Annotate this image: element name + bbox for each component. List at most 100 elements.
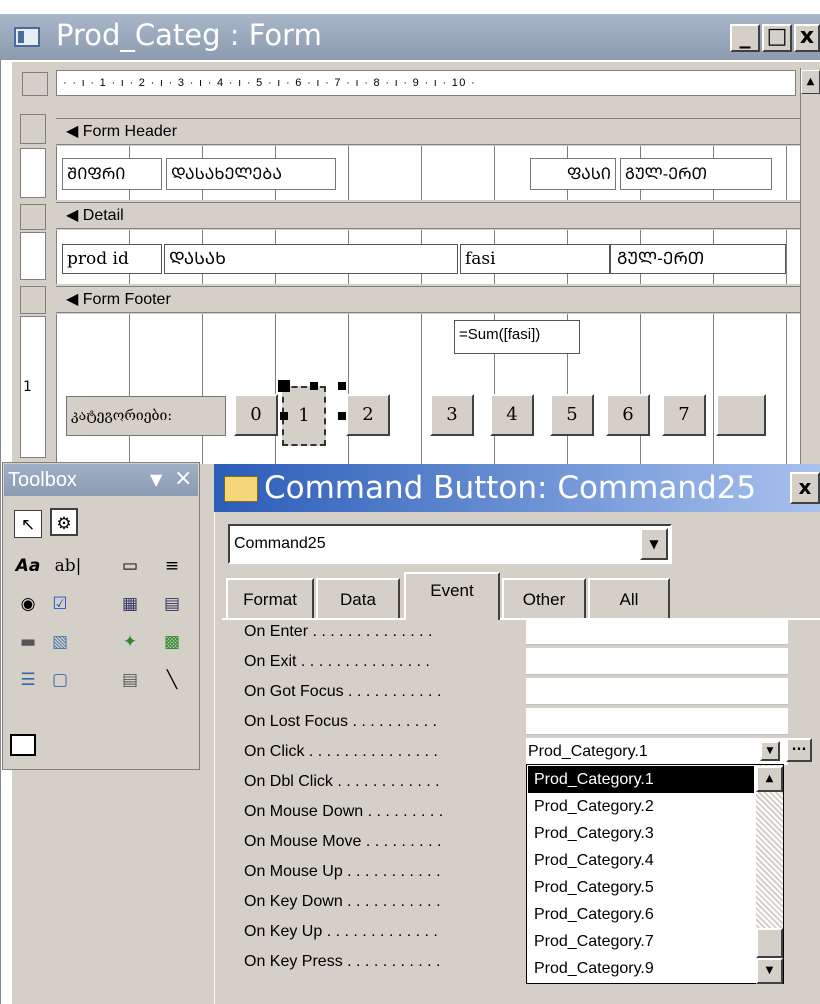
option-button-icon[interactable]: ◉	[14, 590, 42, 618]
dropdown-item[interactable]: Prod_Category.7	[528, 928, 754, 955]
selection-handle[interactable]	[338, 412, 346, 420]
dropdown-item[interactable]: Prod_Category.9	[528, 955, 754, 982]
selection-handle[interactable]	[280, 412, 288, 420]
detail-section-selector[interactable]	[20, 204, 46, 230]
header-label-price[interactable]: ᲤᲐᲡᲘ	[530, 158, 616, 190]
bound-object-frame-icon[interactable]: ▩	[158, 628, 186, 656]
form-footer-band[interactable]: ◀ Form Footer	[56, 286, 800, 313]
prop-label-on-mouse-down[interactable]: On Mouse Down . . . . . . . . .	[244, 799, 443, 825]
textbox-tool-icon[interactable]: ab|	[48, 552, 88, 580]
tab-control-icon[interactable]: ▢	[46, 666, 74, 694]
header-label-id[interactable]: ᲨᲘᲤᲠᲘ	[62, 158, 162, 190]
name-field[interactable]: ᲓᲐᲡᲐᲮ	[164, 244, 458, 274]
prop-label-on-key-up[interactable]: On Key Up . . . . . . . . . . . . .	[244, 919, 438, 945]
select-objects-icon[interactable]: ↖	[14, 510, 42, 538]
property-sheet-close-button[interactable]: x	[790, 472, 820, 504]
prop-value-on-exit[interactable]	[526, 648, 788, 675]
checkbox-tool-icon[interactable]: ☑	[46, 590, 74, 618]
category-button-6[interactable]: 6	[606, 394, 650, 436]
category-button-3[interactable]: 3	[430, 394, 474, 436]
selection-handle[interactable]	[278, 380, 290, 392]
prop-label-on-enter[interactable]: On Enter . . . . . . . . . . . . . .	[244, 619, 433, 645]
prop-label-on-key-down[interactable]: On Key Down . . . . . . . . . . .	[244, 889, 441, 915]
toolbox-title-bar[interactable]: Toolbox	[4, 464, 198, 496]
fasi-field[interactable]: fasi	[460, 244, 610, 274]
category-button-4[interactable]: 4	[490, 394, 534, 436]
dropdown-scroll-up-icon[interactable]: ▲	[756, 766, 783, 792]
prop-label-on-click[interactable]: On Click . . . . . . . . . . . . . . .	[244, 739, 438, 765]
unit-field[interactable]: ᲒᲣᲚ-ᲔᲠᲗ	[610, 244, 786, 274]
form-footer-section[interactable]	[56, 314, 800, 464]
header-section-selector[interactable]	[20, 114, 46, 144]
category-button-7[interactable]: 7	[662, 394, 706, 436]
form-header-band[interactable]: ◀ Form Header	[56, 118, 800, 145]
subform-icon[interactable]: ▤	[116, 666, 144, 694]
prop-label-on-dbl-click[interactable]: On Dbl Click . . . . . . . . . . . .	[244, 769, 440, 795]
control-wizards-icon[interactable]: ⚙	[50, 508, 78, 536]
prop-value-on-got-focus[interactable]	[526, 678, 788, 705]
dropdown-item-selected[interactable]: Prod_Category.1	[528, 766, 754, 793]
dropdown-scroll-thumb[interactable]	[756, 928, 783, 958]
option-group-icon[interactable]: ▭	[116, 552, 144, 580]
prop-label-on-key-press[interactable]: On Key Press . . . . . . . . . . .	[244, 949, 441, 975]
combo-box-icon[interactable]: ▦	[116, 590, 144, 618]
list-box-icon[interactable]: ▤	[158, 590, 186, 618]
tab-event[interactable]: Event	[404, 572, 500, 620]
toolbox-menu-icon[interactable]: ▼	[150, 470, 162, 489]
header-label-unit[interactable]: ᲒᲣᲚ-ᲔᲠᲗ	[620, 158, 772, 190]
horizontal-ruler[interactable]: · · ı · 1 · ı · 2 · ı · 3 · ı · 4 · ı · …	[56, 70, 796, 96]
toggle-button-icon[interactable]: ≡	[158, 552, 186, 580]
selection-handle[interactable]	[310, 382, 318, 390]
maximize-button[interactable]: □	[762, 24, 792, 52]
category-button-2[interactable]: 2	[346, 394, 390, 436]
object-selector[interactable]: Command25	[228, 524, 672, 564]
prop-label-on-exit[interactable]: On Exit . . . . . . . . . . . . . . .	[244, 649, 430, 675]
prop-label-on-mouse-up[interactable]: On Mouse Up . . . . . . . . . . .	[244, 859, 441, 885]
dropdown-item[interactable]: Prod_Category.4	[528, 847, 754, 874]
dropdown-item[interactable]: Prod_Category.6	[528, 901, 754, 928]
toolbox-close-icon[interactable]: ×	[174, 466, 192, 491]
category-button-0[interactable]: 0	[234, 394, 278, 436]
scroll-up-button[interactable]: ▲	[801, 70, 820, 94]
rectangle-tool-icon[interactable]	[10, 734, 36, 756]
detail-band[interactable]: ◀ Detail	[56, 202, 800, 229]
toolbox-title: Toolbox	[8, 469, 77, 491]
sum-textbox[interactable]: =Sum([fasi])	[454, 320, 580, 354]
form-header-label: Form Header	[82, 123, 178, 140]
dropdown-scroll-down-icon[interactable]: ▼	[756, 958, 783, 984]
close-button[interactable]: x	[794, 24, 820, 52]
category-label[interactable]: კატეგორიები:	[66, 396, 226, 436]
dropdown-item[interactable]: Prod_Category.3	[528, 820, 754, 847]
command-button-icon[interactable]: ▬	[14, 628, 42, 656]
minimize-button[interactable]: _	[730, 24, 760, 52]
line-tool-icon[interactable]: ╲	[158, 666, 186, 694]
prop-value-on-click[interactable]: Prod_Category.1	[526, 738, 788, 765]
band-glyph: ◀	[66, 123, 79, 140]
tab-data[interactable]: Data	[316, 578, 400, 620]
prop-label-on-mouse-move[interactable]: On Mouse Move . . . . . . . . .	[244, 829, 441, 855]
category-button-1-selected[interactable]: 1	[282, 386, 326, 446]
selection-handle[interactable]	[338, 382, 346, 390]
dropdown-item[interactable]: Prod_Category.2	[528, 793, 754, 820]
build-button[interactable]: ...	[786, 738, 812, 762]
dropdown-item[interactable]: Prod_Category.5	[528, 874, 754, 901]
category-button-9[interactable]	[716, 394, 766, 436]
prop-label-on-lost-focus[interactable]: On Lost Focus . . . . . . . . . .	[244, 709, 437, 735]
unbound-object-frame-icon[interactable]: ✦	[116, 628, 144, 656]
image-tool-icon[interactable]: ▧	[46, 628, 74, 656]
on-click-dropdown-icon[interactable]: ▼	[760, 741, 780, 761]
tab-all[interactable]: All	[588, 578, 670, 620]
prop-label-on-got-focus[interactable]: On Got Focus . . . . . . . . . . .	[244, 679, 441, 705]
tab-format[interactable]: Format	[226, 578, 314, 620]
tab-other[interactable]: Other	[502, 578, 586, 620]
prod-id-field[interactable]: prod id	[62, 244, 162, 274]
page-break-icon[interactable]: ☰	[14, 666, 42, 694]
object-selector-dropdown-icon[interactable]: ▼	[640, 528, 668, 560]
form-selector[interactable]	[22, 72, 48, 96]
prop-value-on-lost-focus[interactable]	[526, 708, 788, 735]
header-label-name[interactable]: ᲓᲐᲡᲐᲮᲔᲚᲔᲑᲐ	[166, 158, 336, 190]
footer-section-selector[interactable]	[20, 286, 46, 314]
prop-value-on-enter[interactable]	[526, 618, 788, 645]
label-tool-icon[interactable]: Aa	[14, 552, 42, 580]
category-button-5[interactable]: 5	[550, 394, 594, 436]
